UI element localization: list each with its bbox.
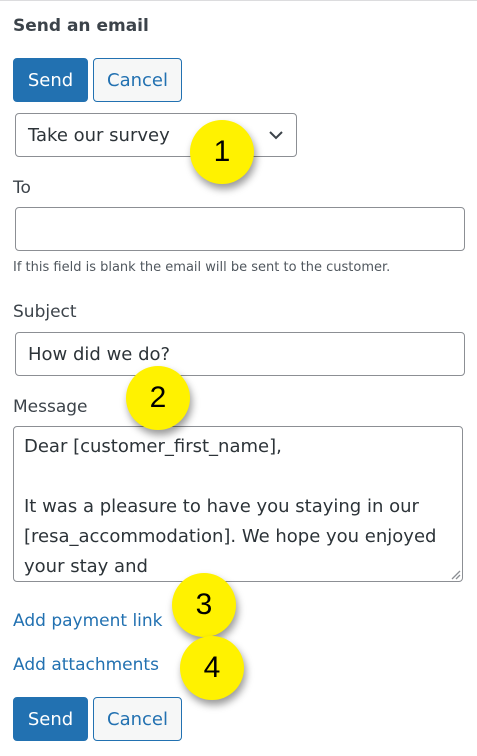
add-attachments-link[interactable]: Add attachments xyxy=(13,655,159,675)
bottom-cancel-button[interactable]: Cancel xyxy=(93,697,182,741)
add-payment-link[interactable]: Add payment link xyxy=(13,611,163,631)
chevron-down-icon xyxy=(269,131,283,140)
bottom-send-button[interactable]: Send xyxy=(13,697,88,741)
email-template-value: Take our survey xyxy=(28,125,170,146)
message-label: Message xyxy=(13,397,88,417)
cancel-button[interactable]: Cancel xyxy=(93,58,182,102)
resize-grip-icon[interactable] xyxy=(449,568,461,580)
callout-badge-4: 4 xyxy=(180,636,244,700)
form-title: Send an email xyxy=(13,16,149,36)
callout-badge-1: 1 xyxy=(190,120,254,184)
callout-badge-2: 2 xyxy=(126,366,190,430)
top-divider xyxy=(0,0,477,1)
send-button[interactable]: Send xyxy=(13,58,88,102)
to-label: To xyxy=(13,178,31,198)
callout-badge-3: 3 xyxy=(172,573,236,637)
to-field[interactable] xyxy=(15,207,465,251)
to-help-text: If this field is blank the email will be… xyxy=(13,260,391,275)
message-textarea[interactable]: Dear [customer_first_name], It was a ple… xyxy=(13,426,463,582)
subject-label: Subject xyxy=(13,302,77,322)
email-template-select[interactable]: Take our survey xyxy=(15,113,297,157)
subject-field[interactable] xyxy=(15,332,465,376)
